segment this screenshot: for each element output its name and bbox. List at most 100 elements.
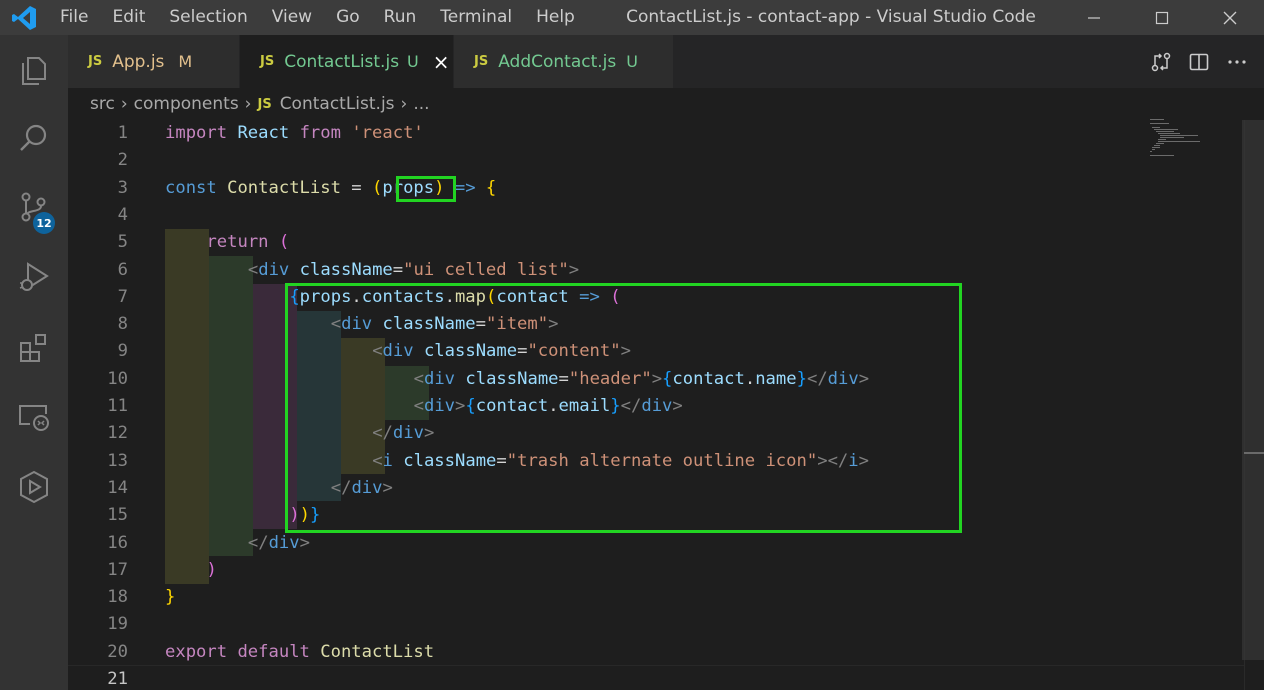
more-actions-button[interactable] — [1218, 35, 1256, 88]
code-text: return ( — [206, 232, 290, 253]
code-line[interactable]: 3 const ContactList = (props) => { — [68, 175, 1244, 202]
line-number: 8 — [117, 314, 128, 335]
line-number: 14 — [107, 477, 128, 498]
scrollbar-cursor-marker — [1244, 452, 1264, 454]
tab-label: ContactList.js — [284, 51, 400, 72]
line-number: 7 — [117, 286, 128, 307]
highlight-box-map-block — [285, 283, 962, 533]
tab-bar: JS App.js M JS ContactList.js U × JS Add… — [68, 35, 1264, 88]
minimize-icon — [1088, 16, 1100, 19]
menu-bar: File Edit Selection View Go Run Terminal… — [48, 0, 587, 35]
remote-explorer-icon — [19, 405, 49, 431]
line-number: 11 — [107, 396, 128, 416]
code-line[interactable]: 5 return ( — [68, 229, 1244, 256]
js-file-icon: JS — [260, 54, 275, 69]
line-number: 5 — [117, 232, 128, 253]
tab-label: AddContact.js — [498, 51, 617, 72]
editor-actions — [1142, 35, 1264, 88]
menu-help[interactable]: Help — [524, 0, 587, 35]
code-line[interactable]: 6 <div className="ui celled list"> — [68, 257, 1244, 284]
line-number: 2 — [117, 150, 128, 171]
search-icon — [20, 124, 47, 151]
code-line[interactable]: 4 — [68, 202, 1244, 229]
untracked-badge: U — [407, 52, 419, 71]
extensions-icon — [20, 334, 46, 362]
window-controls — [1060, 0, 1264, 35]
close-icon — [1223, 11, 1237, 24]
code-text: <div className="ui celled list"> — [247, 259, 580, 280]
line-number: 18 — [107, 587, 128, 608]
code-line[interactable]: 20 export default ContactList — [68, 639, 1244, 666]
breadcrumb-item-symbol[interactable]: ... — [413, 94, 429, 114]
code-editor[interactable]: 1 import React from 'react' 2 3 const Contac… — [68, 120, 1244, 690]
split-editor-button[interactable] — [1180, 35, 1218, 88]
line-number: 13 — [107, 450, 128, 471]
tab-contactlist-js[interactable]: JS ContactList.js U × — [240, 35, 454, 88]
files-icon — [22, 57, 46, 85]
code-text: ) — [206, 559, 217, 580]
maximize-button[interactable] — [1128, 0, 1196, 35]
more-icon — [1228, 59, 1246, 64]
code-line[interactable]: 2 — [68, 147, 1244, 174]
line-number: 6 — [117, 259, 128, 280]
chevron-right-icon: › — [400, 94, 408, 114]
line-number: 19 — [107, 614, 128, 635]
run-debug-button[interactable] — [0, 247, 68, 307]
breadcrumb-item-file[interactable]: ContactList.js — [280, 94, 395, 114]
close-tab-icon[interactable]: × — [433, 50, 450, 74]
menu-go[interactable]: Go — [324, 0, 372, 35]
split-editor-icon — [1189, 53, 1209, 70]
untracked-badge: U — [626, 52, 638, 71]
line-number: 4 — [117, 204, 128, 225]
menu-edit[interactable]: Edit — [100, 0, 157, 35]
code-line[interactable]: 16 </div> — [68, 530, 1244, 557]
code-line[interactable]: 21 — [68, 666, 1244, 690]
line-number: 16 — [107, 532, 128, 553]
code-text: </div> — [247, 532, 310, 553]
code-line[interactable]: 1 import React from 'react' — [68, 120, 1244, 147]
chevron-right-icon: › — [244, 94, 252, 114]
line-number: 10 — [107, 368, 128, 389]
breadcrumb-item-components[interactable]: components — [134, 94, 239, 114]
breadcrumb: src › components › JS ContactList.js › .… — [68, 88, 1244, 120]
line-number: 3 — [117, 177, 128, 198]
code-line[interactable]: 19 — [68, 611, 1244, 638]
extensions-button[interactable] — [0, 318, 68, 378]
menu-view[interactable]: View — [260, 0, 324, 35]
line-number: 9 — [117, 341, 128, 362]
tab-addcontact-js[interactable]: JS AddContact.js U — [454, 35, 674, 88]
live-share-button[interactable] — [0, 457, 68, 517]
minimize-button[interactable] — [1060, 0, 1128, 35]
chevron-right-icon: › — [120, 94, 128, 114]
title-bar: File Edit Selection View Go Run Terminal… — [0, 0, 1264, 35]
line-number: 17 — [107, 559, 128, 580]
line-number: 21 — [107, 669, 128, 689]
minimap[interactable] — [1144, 118, 1244, 163]
line-number: 15 — [107, 505, 128, 526]
maximize-icon — [1155, 11, 1169, 24]
line-number: 20 — [107, 641, 128, 662]
highlight-box-props — [396, 176, 456, 202]
js-file-icon: JS — [474, 54, 489, 69]
hexagon-play-icon — [20, 470, 48, 504]
menu-terminal[interactable]: Terminal — [428, 0, 524, 35]
close-window-button[interactable] — [1196, 0, 1264, 35]
breadcrumb-item-src[interactable]: src — [90, 94, 115, 114]
open-changes-button[interactable] — [1142, 35, 1180, 88]
line-number: 1 — [117, 123, 128, 143]
menu-file[interactable]: File — [48, 0, 100, 35]
tab-label: App.js — [112, 51, 165, 72]
code-line[interactable]: 18} — [68, 584, 1244, 611]
explorer-button[interactable] — [0, 41, 68, 101]
source-control-badge: 12 — [33, 212, 55, 234]
tab-app-js[interactable]: JS App.js M — [68, 35, 240, 88]
vscode-logo-icon — [0, 0, 48, 35]
menu-selection[interactable]: Selection — [157, 0, 259, 35]
remote-explorer-button[interactable] — [0, 387, 68, 447]
line-number: 12 — [107, 423, 128, 444]
scrollbar-thumb[interactable] — [1242, 120, 1264, 660]
menu-run[interactable]: Run — [372, 0, 429, 35]
code-line[interactable]: 17 ) — [68, 557, 1244, 584]
search-button[interactable] — [0, 108, 68, 168]
run-debug-icon — [19, 262, 49, 291]
